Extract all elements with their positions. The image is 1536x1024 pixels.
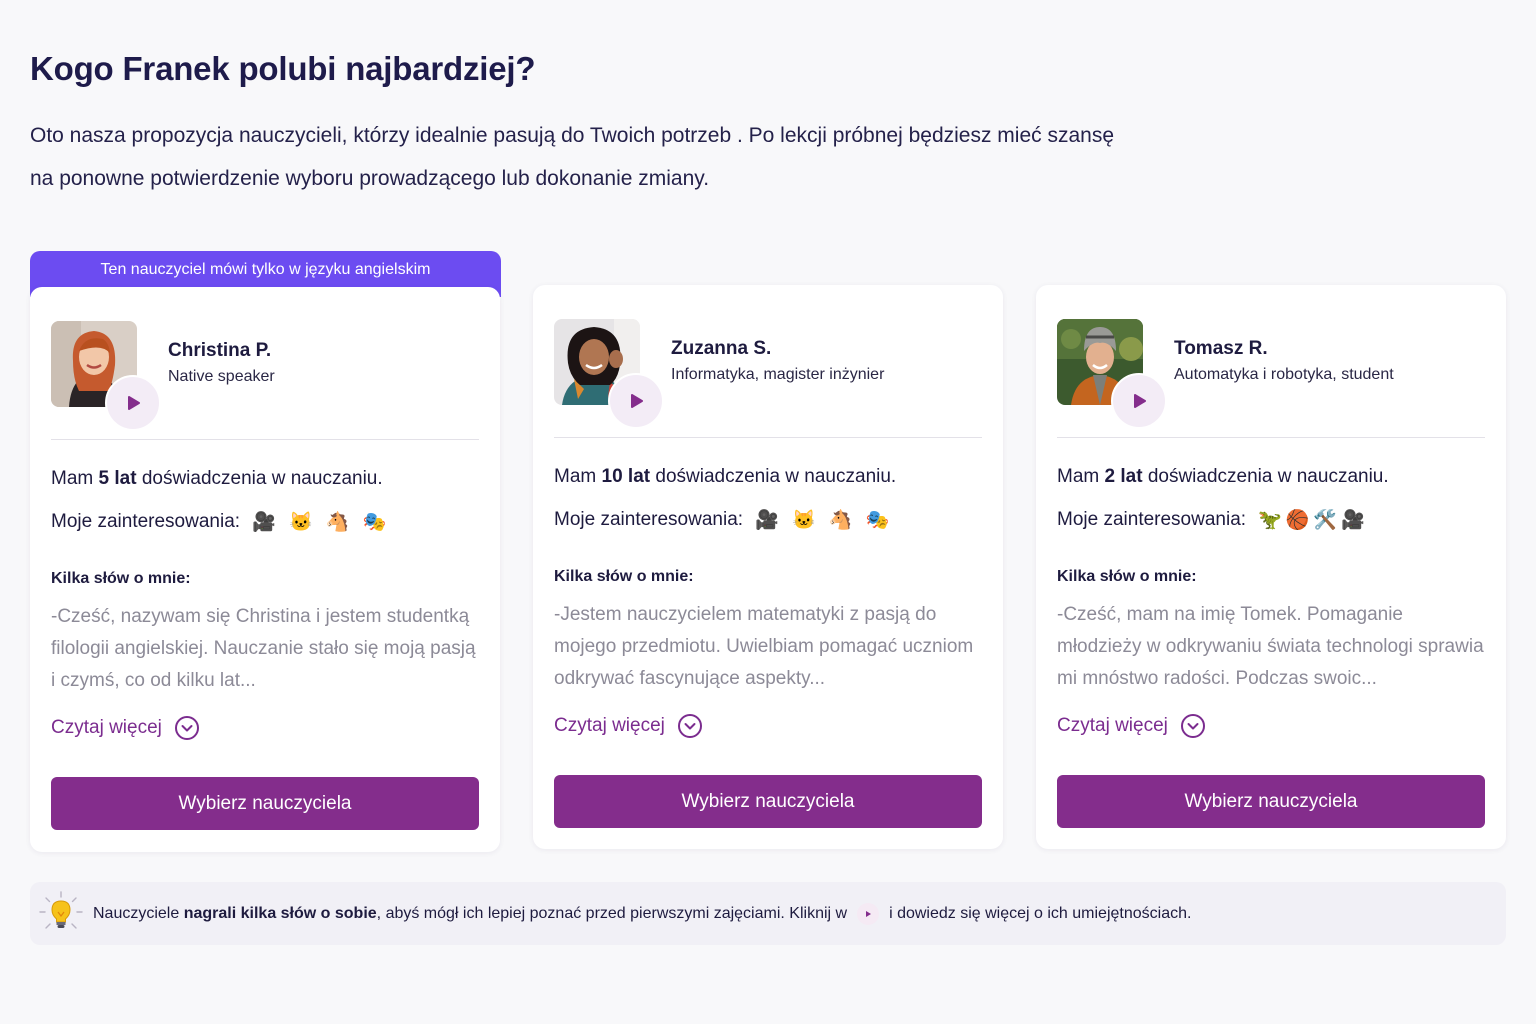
experience-text: Mam 5 lat doświadczenia w nauczaniu.: [51, 468, 383, 490]
about-label: Kilka słów o mnie:: [51, 570, 191, 587]
experience-text: Mam 10 lat doświadczenia w nauczaniu.: [554, 466, 896, 488]
experience-text: Mam 2 lat doświadczenia w nauczaniu.: [1057, 466, 1389, 488]
tip-text-end: i dowiedz się więcej o ich umiejętnościa…: [889, 905, 1192, 922]
interests-label: Moje zainteresowania:: [554, 509, 744, 530]
play-video-button[interactable]: [1111, 373, 1167, 429]
interests-emoji-icons: 🎥 🐱 🐴 🎭: [252, 512, 391, 533]
teacher-subtitle: Native speaker: [168, 368, 275, 385]
teacher-card-christina: Christina P. Native speaker Mam 5 lat do…: [30, 287, 500, 852]
interests-row: Moje zainteresowania: 🦖🏀🛠️🎥: [1057, 508, 1369, 532]
play-icon: [128, 396, 140, 410]
chevron-down-circle-icon: [1180, 714, 1205, 738]
avatar-wrapper: [51, 321, 161, 431]
play-video-button[interactable]: [105, 375, 161, 431]
experience-prefix: Mam: [554, 466, 597, 487]
play-video-button[interactable]: [608, 373, 664, 429]
experience-suffix: doświadczenia w nauczaniu.: [1147, 466, 1389, 487]
chevron-down-circle-icon: [677, 714, 702, 738]
experience-years: 2 lat: [1104, 466, 1143, 487]
divider: [554, 437, 982, 438]
teacher-subtitle: Automatyka i robotyka, student: [1174, 366, 1394, 383]
read-more-label: Czytaj więcej: [1057, 715, 1168, 736]
teacher-name: Zuzanna S.: [671, 338, 772, 359]
page-title: Kogo Franek polubi najbardziej?: [30, 50, 536, 87]
about-label: Kilka słów o mnie:: [554, 568, 694, 585]
chevron-down-circle-icon: [174, 716, 199, 740]
experience-suffix: doświadczenia w nauczaniu.: [655, 466, 897, 487]
teacher-name: Tomasz R.: [1174, 338, 1268, 359]
tip-text: Nauczyciele nagrali kilka słów o sobie, …: [93, 903, 1191, 925]
avatar-wrapper: [1057, 319, 1167, 429]
play-icon: [1134, 394, 1146, 408]
experience-years: 10 lat: [601, 466, 651, 487]
select-teacher-button[interactable]: Wybierz nauczyciela: [554, 775, 982, 828]
experience-prefix: Mam: [51, 468, 94, 489]
play-icon: [857, 903, 880, 925]
interests-row: Moje zainteresowania: 🎥 🐱 🐴 🎭: [51, 510, 391, 534]
avatar-wrapper: [554, 319, 664, 429]
tip-text-start: Nauczyciele: [93, 905, 180, 922]
teacher-card-zuzanna: Zuzanna S. Informatyka, magister inżynie…: [533, 285, 1003, 849]
about-text: -Jestem nauczycielem matematyki z pasją …: [554, 604, 974, 689]
read-more-link[interactable]: Czytaj więcej: [1057, 713, 1206, 739]
intro-line-1: Oto nasza propozycja nauczycieli, którzy…: [30, 124, 1115, 147]
read-more-link[interactable]: Czytaj więcej: [51, 715, 200, 741]
interests-emoji-icons: 🎥 🐱 🐴 🎭: [755, 510, 894, 531]
intro-line-2: na ponowne potwierdzenie wyboru prowadzą…: [30, 167, 710, 190]
interests-label: Moje zainteresowania:: [1057, 509, 1247, 530]
play-icon: [631, 394, 643, 408]
select-teacher-button[interactable]: Wybierz nauczyciela: [1057, 775, 1485, 828]
experience-prefix: Mam: [1057, 466, 1100, 487]
read-more-label: Czytaj więcej: [554, 715, 665, 736]
interests-row: Moje zainteresowania: 🎥 🐱 🐴 🎭: [554, 508, 894, 532]
read-more-link[interactable]: Czytaj więcej: [554, 713, 703, 739]
page: Kogo Franek polubi najbardziej? Oto nasz…: [0, 0, 1536, 1024]
read-more-label: Czytaj więcej: [51, 717, 162, 738]
intro-text: Oto nasza propozycja nauczycieli, którzy…: [30, 114, 1290, 200]
select-teacher-button[interactable]: Wybierz nauczyciela: [51, 777, 479, 830]
info-tip-bar: Nauczyciele nagrali kilka słów o sobie, …: [30, 882, 1506, 945]
experience-years: 5 lat: [98, 468, 137, 489]
about-text: -Cześć, nazywam się Christina i jestem s…: [51, 606, 476, 691]
lightbulb-icon: [39, 891, 83, 929]
interests-emoji-icons: 🦖🏀🛠️🎥: [1258, 510, 1369, 531]
about-text: -Cześć, mam na imię Tomek. Pomaganie mło…: [1057, 604, 1484, 689]
about-label: Kilka słów o mnie:: [1057, 568, 1197, 585]
experience-suffix: doświadczenia w nauczaniu.: [141, 468, 383, 489]
teacher-card-tomasz: Tomasz R. Automatyka i robotyka, student…: [1036, 285, 1506, 849]
teacher-name: Christina P.: [168, 340, 272, 361]
interests-label: Moje zainteresowania:: [51, 511, 241, 532]
tip-text-bold: nagrali kilka słów o sobie: [183, 905, 377, 922]
tip-text-middle: , abyś mógł ich lepiej poznać przed pier…: [376, 905, 848, 922]
divider: [51, 439, 479, 440]
teacher-subtitle: Informatyka, magister inżynier: [671, 366, 885, 383]
divider: [1057, 437, 1485, 438]
